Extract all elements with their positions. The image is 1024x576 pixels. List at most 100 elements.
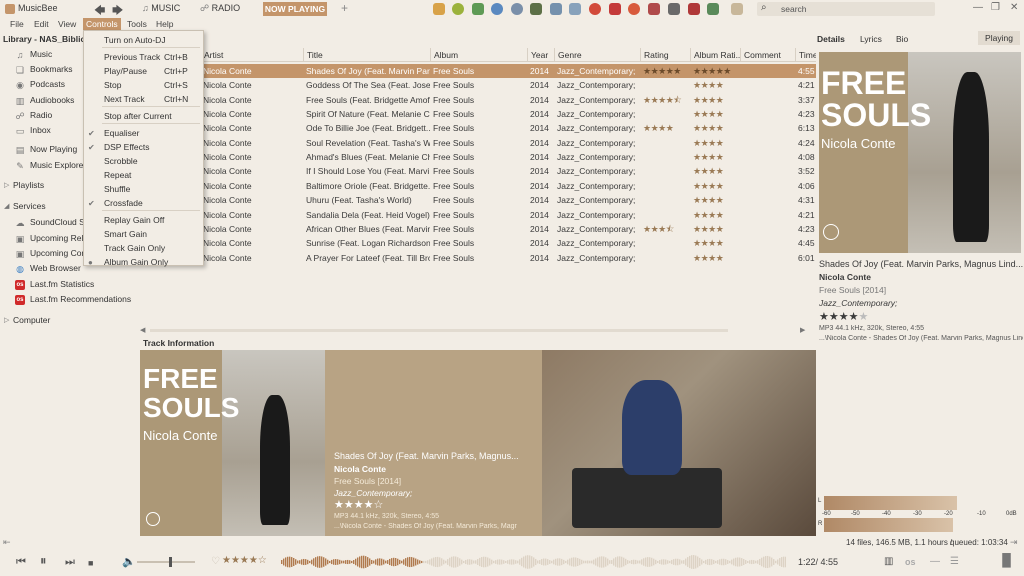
toolbar-icon-2[interactable] — [452, 3, 464, 15]
spectrum-icon[interactable]: ▐▌ — [998, 554, 1015, 566]
menu-item-replay-gain-off[interactable]: Replay Gain Off — [84, 214, 203, 227]
cell-album-rating[interactable]: ★★★★ — [690, 193, 740, 207]
cell-album-rating[interactable]: ★★★★ — [690, 164, 740, 178]
menu-file[interactable]: File — [7, 18, 27, 31]
tab-playing[interactable]: Playing — [978, 31, 1020, 45]
toolbar-icon-12[interactable] — [648, 3, 660, 15]
cell-rating[interactable]: ★★★★⯪ — [640, 93, 690, 107]
panel-toggle-right-icon[interactable]: ⇥ — [1010, 537, 1018, 548]
panel-toggle-icon[interactable]: ⇤ — [3, 537, 11, 548]
maximize-icon[interactable]: ❐ — [991, 2, 1000, 13]
cell-rating[interactable] — [640, 164, 690, 178]
cell-album-rating[interactable]: ★★★★ — [690, 208, 740, 222]
cell-rating[interactable] — [640, 179, 690, 193]
table-row[interactable]: Nicola Conte Ode To Billie Joe (Feat. Bri… — [140, 121, 816, 135]
cell-rating[interactable] — [640, 208, 690, 222]
menu-item-crossfade[interactable]: ✔ Crossfade — [84, 197, 203, 210]
trackinfo-rating[interactable]: ★★★★☆ — [334, 498, 383, 511]
previous-icon[interactable]: ⏮ — [16, 556, 26, 568]
cell-album-rating[interactable]: ★★★★ — [690, 136, 740, 150]
close-icon[interactable]: ✕ — [1010, 2, 1018, 13]
cell-album-rating[interactable]: ★★★★ — [690, 78, 740, 92]
cell-rating[interactable]: ★★★⯪ — [640, 222, 690, 236]
table-row[interactable]: Nicola Conte If I Should Lose You (Feat. … — [140, 164, 816, 178]
menu-item-shuffle[interactable]: Shuffle — [84, 183, 203, 196]
sidebar-computer[interactable]: ▷ Computer — [0, 313, 140, 328]
column-genre[interactable]: Genre — [554, 48, 640, 62]
repeat-icon[interactable]: — — [930, 556, 940, 568]
cell-rating[interactable]: ★★★★ — [640, 121, 690, 135]
minimize-icon[interactable]: — — [973, 2, 983, 13]
toolbar-icon-4[interactable] — [491, 3, 503, 15]
table-row[interactable]: Nicola Conte African Other Blues (Feat. M… — [140, 222, 816, 236]
column-comment[interactable]: Comment — [740, 48, 795, 62]
cell-rating[interactable] — [640, 236, 690, 250]
toolbar-icon-9[interactable] — [589, 3, 601, 15]
menu-item-repeat[interactable]: Repeat — [84, 169, 203, 182]
toolbar-icon-15[interactable] — [707, 3, 719, 15]
toolbar-icon-11[interactable] — [628, 3, 640, 15]
details-rating[interactable]: ★★★★★ — [819, 310, 1023, 323]
cell-rating[interactable] — [640, 150, 690, 164]
scroll-right-icon[interactable]: ▶ — [800, 326, 805, 334]
cell-rating[interactable] — [640, 78, 690, 92]
horizontal-scrollbar[interactable]: ◀ ▶ — [140, 326, 810, 334]
menu-view[interactable]: View — [55, 18, 79, 31]
add-tab-button[interactable]: + — [341, 1, 348, 15]
tab-bio[interactable]: Bio — [896, 33, 908, 45]
column-artist[interactable]: Artist — [200, 48, 303, 62]
love-icon[interactable]: ♡ — [211, 556, 220, 568]
radio-tab[interactable]: ☍ RADIO — [200, 3, 240, 14]
tab-lyrics[interactable]: Lyrics — [860, 33, 882, 45]
toolbar-icon-8[interactable] — [569, 3, 581, 15]
menu-item-next-track[interactable]: Next Track Ctrl+N — [84, 93, 203, 106]
menu-item-scrobble[interactable]: Scrobble — [84, 155, 203, 168]
column-album[interactable]: Album — [430, 48, 527, 62]
menu-item-album-gain-only[interactable]: ● Album Gain Only — [84, 256, 203, 269]
table-row[interactable]: Nicola Conte Sandalia Dela (Feat. Heid Vo… — [140, 208, 816, 222]
sidebar-item-lastfm-statistics[interactable]: os Last.fm Statistics — [0, 277, 140, 292]
cell-album-rating[interactable]: ★★★★ — [690, 93, 740, 107]
table-row[interactable]: Nicola Conte Uhuru (Feat. Tasha's World) F… — [140, 193, 816, 207]
toolbar-icon-13[interactable] — [668, 3, 680, 15]
volume-icon[interactable]: 🔈 — [122, 556, 136, 568]
table-row[interactable]: Nicola Conte Soul Revelation (Feat. Tasha… — [140, 136, 816, 150]
toolbar-icon-10[interactable] — [609, 3, 621, 15]
toolbar-icon-16[interactable] — [731, 3, 743, 15]
column-rating[interactable]: Rating — [640, 48, 690, 62]
menu-item-previous-track[interactable]: Previous Track Ctrl+B — [84, 51, 203, 64]
cell-album-rating[interactable]: ★★★★ — [690, 121, 740, 135]
scroll-left-icon[interactable]: ◀ — [140, 326, 145, 334]
menu-item-stop[interactable]: Stop Ctrl+S — [84, 79, 203, 92]
cell-rating[interactable] — [640, 193, 690, 207]
table-row[interactable]: Nicola Conte Sunrise (Feat. Logan Richard… — [140, 236, 816, 250]
volume-slider[interactable] — [137, 557, 195, 567]
column-time[interactable]: Time — [795, 48, 816, 62]
tab-details[interactable]: Details — [817, 33, 845, 45]
shuffle-icon[interactable]: ☰ — [950, 556, 959, 568]
menu-edit[interactable]: Edit — [31, 18, 52, 31]
column-album-rating[interactable]: Album Rati... — [690, 48, 740, 62]
menu-item-stop-after-current[interactable]: Stop after Current — [84, 110, 203, 123]
pause-icon[interactable]: ⏸ — [40, 554, 47, 567]
menu-item-dsp-effects[interactable]: ✔ DSP Effects — [84, 141, 203, 154]
table-row[interactable]: Nicola Conte Goddess Of The Sea (Feat. Jo… — [140, 78, 816, 92]
toolbar-icon-6[interactable] — [530, 3, 542, 15]
cell-album-rating[interactable]: ★★★★ — [690, 179, 740, 193]
cell-rating[interactable] — [640, 251, 690, 265]
clock-icon[interactable] — [511, 3, 523, 15]
next-icon[interactable]: ⏭ — [65, 556, 75, 568]
table-row[interactable]: Nicola Conte A Prayer For Lateef (Feat. T… — [140, 251, 816, 265]
menu-item-equaliser[interactable]: ✔ Equaliser — [84, 127, 203, 140]
menu-item-play-pause[interactable]: Play/Pause Ctrl+P — [84, 65, 203, 78]
column-year[interactable]: Year — [527, 48, 554, 62]
music-tab[interactable]: ♫ MUSIC — [142, 3, 180, 13]
lastfm-scrobble-icon[interactable]: os — [905, 556, 916, 568]
menu-item-track-gain-only[interactable]: Track Gain Only — [84, 242, 203, 255]
cell-album-rating[interactable]: ★★★★ — [690, 107, 740, 121]
scroll-thumb[interactable] — [150, 329, 728, 332]
table-row[interactable]: Nicola Conte Shades Of Joy (Feat. Marvin … — [140, 64, 816, 79]
search-box[interactable]: ⌕ search — [757, 2, 935, 16]
toolbar-icon-1[interactable] — [433, 3, 445, 15]
table-row[interactable]: Nicola Conte Spirit Of Nature (Feat. Mela… — [140, 107, 816, 121]
